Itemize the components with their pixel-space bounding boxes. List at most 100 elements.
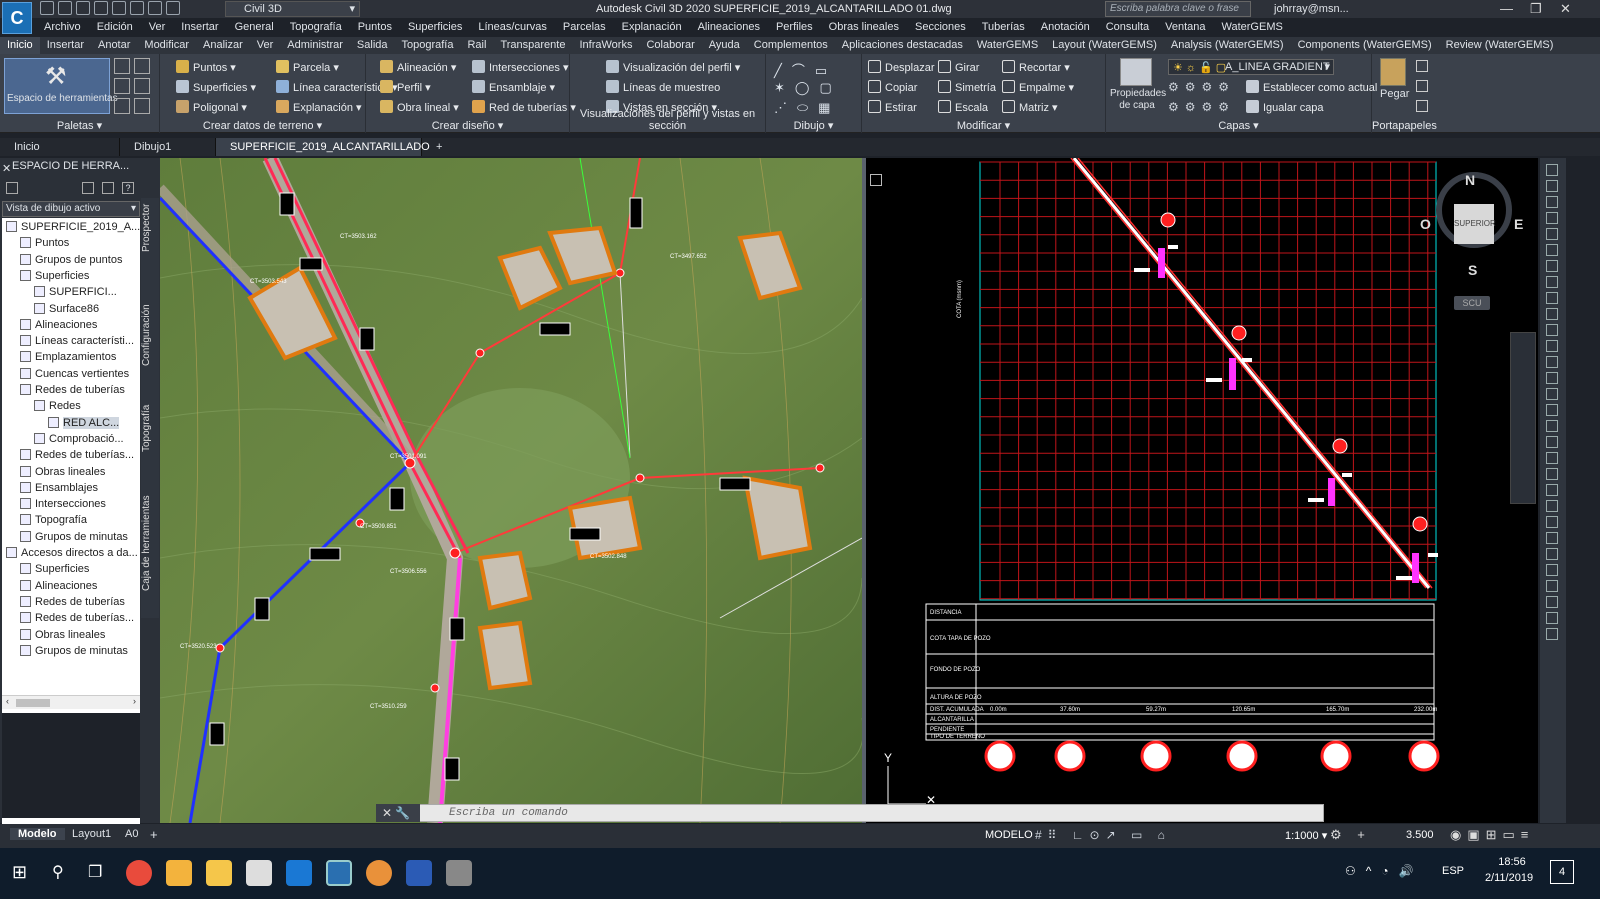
profile-viewport[interactable]: COTA (msnm) DISTANCIA COTA TAPA DE POZO FO… [866, 157, 1538, 823]
tree-item[interactable]: Redes de tuberías [20, 595, 125, 610]
word-icon[interactable] [406, 860, 432, 886]
user-account[interactable]: johrray@msn... [1274, 3, 1349, 15]
tab-a0[interactable]: A0 [125, 828, 138, 840]
tree-item[interactable]: Obras lineales [20, 465, 105, 480]
prospector-icon[interactable] [114, 58, 130, 74]
trim-button[interactable]: Recortar ▾ [1002, 60, 1070, 74]
panel-title-terrain[interactable]: Crear datos de terreno ▾ [160, 119, 365, 132]
layer-select[interactable]: ☀ ☼ 🔓 ▢ A_LINEA GRADIENT ▾ [1168, 59, 1334, 75]
copy-button[interactable]: Copiar [868, 80, 917, 94]
model-space-toggle[interactable]: MODELO [985, 829, 1033, 841]
file-explorer-icon[interactable] [206, 860, 232, 886]
tool-icon[interactable] [1546, 324, 1558, 336]
tool-icon[interactable] [1546, 612, 1558, 624]
ribbon-tab[interactable]: Complementos [747, 37, 835, 54]
grading-button[interactable]: Explanación ▾ [276, 100, 362, 114]
compass-north[interactable]: N [1465, 172, 1475, 188]
viewport-controls-icon[interactable] [870, 174, 882, 186]
ribbon-tab[interactable]: Insertar [40, 37, 91, 54]
tree-item[interactable]: Superficies [20, 562, 89, 577]
menu-item[interactable]: Parcelas [555, 19, 614, 35]
tree-item[interactable]: Superficies [20, 269, 89, 284]
tool-icon[interactable] [1546, 516, 1558, 528]
tab-model[interactable]: Modelo [10, 828, 65, 840]
tree-scrollbar[interactable]: ‹ › [2, 695, 140, 709]
panel-title-design[interactable]: Crear diseño ▾ [366, 119, 569, 132]
tree-item[interactable]: Emplazamientos [20, 350, 116, 365]
profile-button[interactable]: Perfil ▾ [380, 80, 431, 94]
ribbon-tab[interactable]: Salida [350, 37, 395, 54]
array-button[interactable]: Matriz ▾ [1002, 100, 1058, 114]
clock-date[interactable]: 2/11/2019 [1474, 872, 1544, 884]
draw-tools-icon[interactable]: ╱⌒▭ [774, 60, 837, 79]
minimize-button[interactable]: — [1500, 1, 1513, 16]
fillet-button[interactable]: Empalme ▾ [1002, 80, 1074, 94]
corridor-button[interactable]: Obra lineal ▾ [380, 100, 459, 114]
workspace-gear-icon[interactable]: ⚙ + [1330, 827, 1371, 843]
ribbon-tab[interactable]: Review (WaterGEMS) [1439, 37, 1561, 54]
store-icon[interactable] [166, 860, 192, 886]
tree-item[interactable]: Surface86 [34, 302, 99, 317]
draw-shapes-icon[interactable]: ✶◯▢ [774, 80, 842, 96]
ribbon-tab[interactable]: Rail [460, 37, 493, 54]
add-layout-icon[interactable]: + [150, 827, 158, 842]
tree-item[interactable]: Grupos de minutas [20, 644, 128, 659]
menu-item[interactable]: Puntos [350, 19, 400, 35]
intersections-button[interactable]: Intersecciones ▾ [472, 60, 569, 74]
tree-item[interactable]: Grupos de puntos [20, 253, 122, 268]
palette-tool-icon[interactable] [6, 182, 18, 194]
paste-label[interactable]: Pegar [1380, 88, 1409, 100]
surfaces-button[interactable]: Superficies ▾ [176, 80, 256, 94]
ribbon-tab[interactable]: Transparente [493, 37, 572, 54]
tree-item[interactable]: Redes de tuberías [20, 383, 125, 398]
layer-properties-icon[interactable] [1120, 58, 1152, 86]
ribbon-tab[interactable]: Topografía [395, 37, 461, 54]
tree-item[interactable]: Obras lineales [20, 628, 105, 643]
tool-icon[interactable] [1546, 212, 1558, 224]
tool-icon[interactable] [1546, 180, 1558, 192]
layer-tools-icons-2[interactable]: ⚙⚙⚙⚙ [1168, 100, 1235, 114]
match-layer-button[interactable]: Igualar capa [1246, 100, 1324, 114]
tool-icon[interactable] [1546, 500, 1558, 512]
paste-icon[interactable] [1380, 58, 1406, 86]
search-icon[interactable]: ⚲ [52, 862, 64, 882]
plan-viewport[interactable]: CT=3503.543 CT=3503.162 CT=3497.652 CT=350… [160, 158, 862, 823]
tool-icon[interactable] [1546, 628, 1558, 640]
doc-tab-drawing1[interactable]: Dibujo1 [120, 138, 216, 156]
ribbon-tab[interactable]: Analysis (WaterGEMS) [1164, 37, 1291, 54]
draw-misc-icon[interactable]: ⋰⬭▦ [774, 100, 840, 116]
drafting-toggles-icon[interactable]: #⠿ ∟⊙↗ ▭ ⌂ [1035, 828, 1171, 842]
tool-icon[interactable] [1546, 420, 1558, 432]
new-icon[interactable] [40, 1, 54, 15]
copy-clip-icon[interactable] [1416, 80, 1428, 92]
ribbon-tab[interactable]: Inicio [0, 37, 40, 54]
assembly-button[interactable]: Ensamblaje ▾ [472, 80, 555, 94]
tray-icons[interactable]: ⚇^◔🔊 [1345, 864, 1424, 878]
palette-side-tab[interactable]: Topografía [141, 388, 159, 468]
wcs-menu[interactable]: SCU [1454, 296, 1490, 310]
windows-start-icon[interactable]: ⊞ [12, 862, 27, 883]
ribbon-tab[interactable]: Anotar [91, 37, 137, 54]
annotation-scale[interactable]: 1:1000 ▾ [1285, 829, 1327, 842]
search-input[interactable]: Escriba palabra clave o frase [1105, 1, 1251, 17]
rotate-button[interactable]: Girar [938, 60, 979, 74]
toolbox-icon[interactable] [134, 78, 150, 94]
navigation-bar[interactable] [1510, 332, 1536, 504]
menu-item[interactable]: Anotación [1033, 19, 1098, 35]
command-close-icon[interactable]: ✕ 🔧 [376, 804, 420, 822]
ribbon-tab[interactable]: Ayuda [702, 37, 747, 54]
tool-icon[interactable] [1546, 388, 1558, 400]
palette-tool-icon[interactable] [102, 182, 114, 194]
set-current-button[interactable]: Establecer como actual [1246, 80, 1377, 94]
tree-item[interactable]: Ensamblajes [20, 481, 98, 496]
tree-item[interactable]: Cuencas vertientes [20, 367, 129, 382]
mirror-button[interactable]: Simetría [938, 80, 996, 94]
command-input[interactable]: Escriba un comando [376, 804, 1324, 822]
tool-icon[interactable] [1546, 436, 1558, 448]
ribbon-tab[interactable]: WaterGEMS [970, 37, 1045, 54]
panel-title-modify[interactable]: Modificar ▾ [862, 119, 1105, 132]
mail-icon[interactable] [246, 860, 272, 886]
tree-item[interactable]: Alineaciones [20, 318, 97, 333]
compass-west[interactable]: O [1420, 216, 1431, 232]
status-tools-icons[interactable]: ◉▣⊞▭≡ [1450, 827, 1534, 843]
